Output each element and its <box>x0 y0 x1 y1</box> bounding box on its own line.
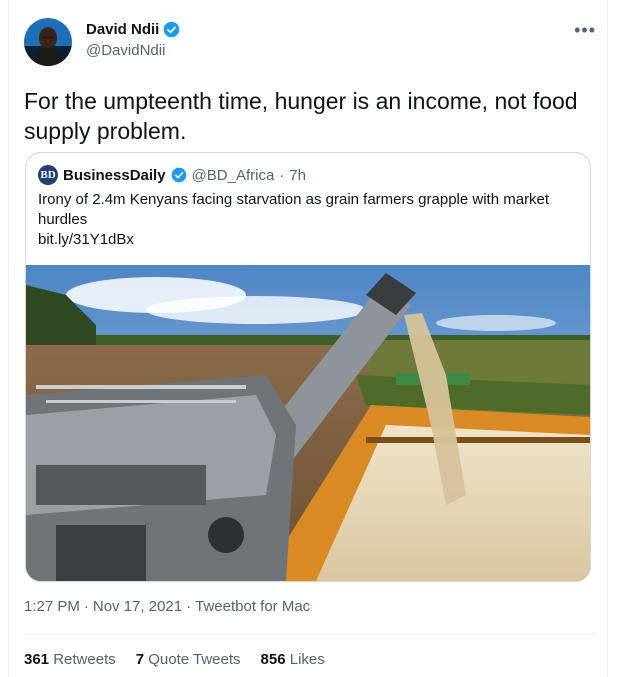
tweet-client[interactable]: Tweetbot for Mac <box>195 598 310 615</box>
likes-count: 856 <box>260 651 286 668</box>
retweets-stat[interactable]: 361 Retweets <box>24 651 116 668</box>
tweet-text: For the umpteenth time, hunger is an inc… <box>24 88 578 144</box>
quoted-account-handle[interactable]: @BD_Africa <box>192 167 275 184</box>
quoted-account-name[interactable]: BusinessDaily <box>63 167 166 184</box>
meta-separator: · <box>83 598 89 615</box>
right-border <box>607 0 608 677</box>
tweet-card: David Ndii @DavidNdii ••• For the umptee… <box>0 0 624 677</box>
quoted-tweet-text: Irony of 2.4m Kenyans facing starvation … <box>38 191 550 228</box>
quoted-separator: · <box>279 166 285 184</box>
tweet-stats: 361 Retweets 7 Quote Tweets 856 Likes <box>24 651 325 668</box>
quoted-tweet[interactable]: BD BusinessDaily @BD_Africa · 7h Irony o… <box>25 152 591 582</box>
divider <box>24 634 596 635</box>
quote-tweets-label: Quote Tweets <box>148 651 241 668</box>
quoted-tweet-link[interactable]: bit.ly/31Y1dBx <box>38 231 134 248</box>
quoted-tweet-header: BD BusinessDaily @BD_Africa · 7h <box>38 165 306 185</box>
harvest-photo[interactable] <box>26 265 590 581</box>
tweet-meta: 1:27 PM · Nov 17, 2021 · Tweetbot for Ma… <box>24 598 310 615</box>
tweet-time[interactable]: 1:27 PM <box>24 598 80 615</box>
retweets-label: Retweets <box>53 651 116 668</box>
avatar[interactable] <box>24 18 72 66</box>
author-name[interactable]: David Ndii <box>86 21 180 38</box>
more-options-icon[interactable]: ••• <box>574 20 596 41</box>
likes-stat[interactable]: 856 Likes <box>261 651 325 668</box>
meta-separator: · <box>186 598 192 615</box>
likes-label: Likes <box>289 651 325 668</box>
left-border <box>8 0 9 677</box>
verified-badge-icon <box>164 21 180 38</box>
quote-tweets-stat[interactable]: 7 Quote Tweets <box>136 651 241 668</box>
verified-badge-icon <box>171 167 186 183</box>
quote-tweets-count: 7 <box>135 651 145 668</box>
tweet-date[interactable]: Nov 17, 2021 <box>93 598 182 615</box>
quoted-time[interactable]: 7h <box>289 167 306 184</box>
author-handle[interactable]: @DavidNdii <box>86 42 165 59</box>
author-name-text[interactable]: David Ndii <box>86 21 159 38</box>
retweets-count: 361 <box>24 651 50 668</box>
quoted-account-logo: BD <box>38 165 58 185</box>
